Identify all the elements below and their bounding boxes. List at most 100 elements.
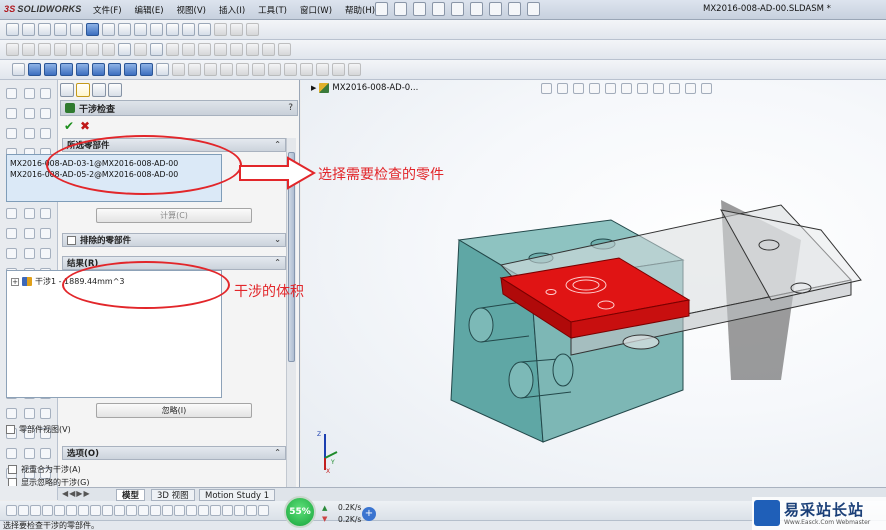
clearance-verification-icon[interactable] bbox=[252, 63, 265, 76]
cube-view-2-icon[interactable] bbox=[44, 63, 57, 76]
command-icon[interactable] bbox=[40, 408, 51, 419]
command-icon[interactable] bbox=[24, 108, 35, 119]
bottom-tool-icon[interactable] bbox=[18, 505, 29, 516]
bottom-tool-icon[interactable] bbox=[54, 505, 65, 516]
zoom-in-out-icon[interactable] bbox=[54, 23, 67, 36]
command-icon[interactable] bbox=[24, 208, 35, 219]
command-icon[interactable] bbox=[40, 248, 51, 259]
menu-insert[interactable]: 插入(I) bbox=[219, 4, 245, 16]
bottom-tool-icon[interactable] bbox=[102, 505, 113, 516]
bottom-tool-icon[interactable] bbox=[42, 505, 53, 516]
expand-icon[interactable]: + bbox=[11, 277, 19, 286]
command-icon[interactable] bbox=[40, 128, 51, 139]
menu-file[interactable]: 文件(F) bbox=[93, 4, 122, 16]
cube-view-8-icon[interactable] bbox=[140, 63, 153, 76]
new-sketch-icon[interactable] bbox=[6, 43, 19, 56]
standard-views-icon[interactable] bbox=[118, 23, 131, 36]
pointer-icon[interactable] bbox=[118, 43, 131, 56]
tab-model[interactable]: 模型 bbox=[116, 489, 146, 501]
rectangle-icon[interactable] bbox=[38, 43, 51, 56]
new-document-icon[interactable] bbox=[375, 2, 388, 16]
select-icon[interactable] bbox=[470, 2, 483, 16]
open-icon[interactable] bbox=[394, 2, 407, 16]
selection-filter-icon[interactable] bbox=[6, 23, 19, 36]
bottom-tool-icon[interactable] bbox=[150, 505, 161, 516]
tab-3d-view[interactable]: 3D 视图 bbox=[151, 489, 195, 501]
smart-dimension-icon[interactable] bbox=[134, 43, 147, 56]
menu-view[interactable]: 视图(V) bbox=[177, 4, 206, 16]
previous-view-icon[interactable] bbox=[86, 23, 99, 36]
command-icon[interactable] bbox=[24, 88, 35, 99]
undo-icon[interactable] bbox=[451, 2, 464, 16]
component-view-checkbox[interactable] bbox=[6, 425, 15, 434]
option-checkbox[interactable] bbox=[8, 465, 17, 474]
spline-icon[interactable] bbox=[86, 43, 99, 56]
file-properties-icon[interactable] bbox=[527, 2, 540, 16]
bottom-tool-icon[interactable] bbox=[138, 505, 149, 516]
bottom-tool-icon[interactable] bbox=[186, 505, 197, 516]
assembly-visualization-icon[interactable] bbox=[284, 63, 297, 76]
options-header[interactable]: 选项(O) ⌃ bbox=[62, 446, 286, 460]
hole-alignment-icon[interactable] bbox=[268, 63, 281, 76]
assembly-model[interactable] bbox=[301, 80, 886, 500]
menu-window[interactable]: 窗口(W) bbox=[300, 4, 332, 16]
panel-scrollbar[interactable] bbox=[286, 138, 296, 488]
menu-help[interactable]: 帮助(H) bbox=[345, 4, 375, 16]
bottom-tool-icon[interactable] bbox=[258, 505, 269, 516]
cube-view-1-icon[interactable] bbox=[28, 63, 41, 76]
interference-detection-icon[interactable] bbox=[236, 63, 249, 76]
collapse-chevron-icon[interactable]: ⌃ bbox=[274, 258, 281, 267]
revolve-icon[interactable] bbox=[182, 43, 195, 56]
command-icon[interactable] bbox=[6, 88, 17, 99]
rebuild-icon[interactable] bbox=[489, 2, 502, 16]
extrude-icon[interactable] bbox=[166, 43, 179, 56]
bottom-tool-icon[interactable] bbox=[126, 505, 137, 516]
component-view-option[interactable]: 零部件视图(V) bbox=[6, 424, 71, 435]
configuration-manager-tab-icon[interactable] bbox=[92, 83, 106, 97]
excluded-components-checkbox[interactable] bbox=[67, 235, 76, 245]
cancel-close-icon[interactable]: ✖ bbox=[80, 119, 90, 133]
bottom-tool-icon[interactable] bbox=[234, 505, 245, 516]
measure-icon[interactable] bbox=[316, 63, 329, 76]
rotate-component-icon[interactable] bbox=[188, 63, 201, 76]
command-icon[interactable] bbox=[6, 248, 17, 259]
display-style-icon[interactable] bbox=[150, 23, 163, 36]
feature-manager-tab-icon[interactable] bbox=[60, 83, 74, 97]
mate-icon[interactable] bbox=[150, 43, 163, 56]
chamfer-icon[interactable] bbox=[214, 43, 227, 56]
shell-icon[interactable] bbox=[230, 43, 243, 56]
menu-edit[interactable]: 编辑(E) bbox=[135, 4, 164, 16]
bottom-tool-icon[interactable] bbox=[66, 505, 77, 516]
pan-icon[interactable] bbox=[102, 23, 115, 36]
explode-view-icon[interactable] bbox=[220, 63, 233, 76]
bottom-tool-icon[interactable] bbox=[198, 505, 209, 516]
bottom-tool-icon[interactable] bbox=[114, 505, 125, 516]
command-icon[interactable] bbox=[40, 448, 51, 459]
view-settings-icon[interactable] bbox=[214, 23, 227, 36]
smart-fasteners-icon[interactable] bbox=[204, 63, 217, 76]
accelerate-plus-icon[interactable]: + bbox=[362, 507, 376, 521]
options-icon[interactable] bbox=[508, 2, 521, 16]
cube-view-6-icon[interactable] bbox=[108, 63, 121, 76]
collapse-chevron-icon[interactable]: ⌃ bbox=[274, 448, 281, 457]
hole-wizard-icon[interactable] bbox=[278, 43, 291, 56]
option-show-ignored[interactable]: 显示忽略的干涉(G) bbox=[8, 478, 89, 486]
bottom-tool-icon[interactable] bbox=[246, 505, 257, 516]
bottom-tool-icon[interactable] bbox=[162, 505, 173, 516]
cube-view-7-icon[interactable] bbox=[124, 63, 137, 76]
realview-icon[interactable] bbox=[246, 23, 259, 36]
command-icon[interactable] bbox=[6, 128, 17, 139]
command-icon[interactable] bbox=[6, 208, 17, 219]
circle-icon[interactable] bbox=[54, 43, 67, 56]
performance-evaluation-icon[interactable] bbox=[300, 63, 313, 76]
save-icon[interactable] bbox=[413, 2, 426, 16]
bottom-tool-icon[interactable] bbox=[78, 505, 89, 516]
apply-scene-icon[interactable] bbox=[198, 23, 211, 36]
option-coincidence[interactable]: 视重合为干涉(A) bbox=[8, 464, 81, 475]
bottom-tool-icon[interactable] bbox=[210, 505, 221, 516]
command-icon[interactable] bbox=[24, 248, 35, 259]
bottom-tool-icon[interactable] bbox=[6, 505, 17, 516]
line-icon[interactable] bbox=[22, 43, 35, 56]
command-icon[interactable] bbox=[40, 108, 51, 119]
normal-to-icon[interactable] bbox=[156, 63, 169, 76]
